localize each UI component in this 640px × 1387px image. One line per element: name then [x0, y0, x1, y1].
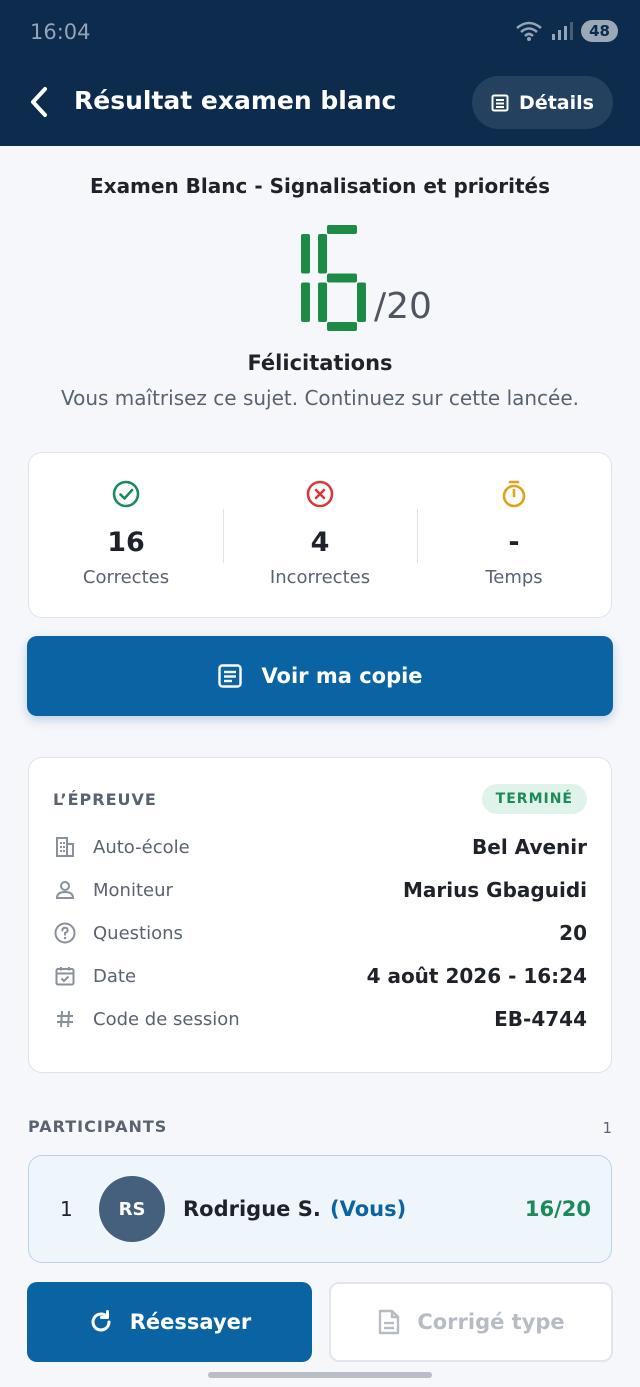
participants-heading: PARTICIPANTS [28, 1117, 168, 1136]
info-label: Questions [93, 922, 183, 944]
score-total: /20 [374, 286, 432, 327]
answer-key-label: Corrigé type [417, 1310, 565, 1334]
info-row-instructor: Moniteur Marius Gbaguidi [53, 875, 587, 905]
stat-correct-value: 16 [107, 527, 145, 558]
congrats-title: Félicitations [247, 351, 393, 375]
info-row-date: Date 4 août 2026 - 16:24 [53, 961, 587, 991]
status-time: 16:04 [30, 20, 91, 44]
stat-incorrect-label: Incorrectes [269, 567, 371, 588]
score-digit-segment [327, 322, 357, 331]
info-value: 4 août 2026 - 16:24 [366, 964, 587, 988]
view-copy-label: Voir ma copie [261, 664, 423, 688]
wifi-icon [516, 21, 542, 41]
hash-icon [57, 1010, 73, 1028]
exam-name: Examen Blanc - Signalisation et priorité… [90, 174, 550, 198]
participant-you-label: (Vous) [330, 1197, 407, 1221]
building-icon [56, 837, 74, 857]
page-title: Résultat examen blanc [74, 86, 397, 115]
view-copy-button[interactable]: Voir ma copie [27, 636, 613, 716]
participant-row[interactable]: 1 RS Rodrigue S. (Vous) 16/20 [28, 1155, 612, 1263]
retry-button[interactable]: Réessayer [27, 1282, 312, 1362]
participants-count: 1 [602, 1119, 612, 1137]
score-digit-segment [318, 234, 327, 274]
info-row-driving-school: Auto-école Bel Avenir [53, 832, 587, 862]
calendar-check-icon [55, 967, 75, 986]
stopwatch-icon [502, 480, 526, 508]
score-digit-segment [318, 282, 327, 322]
status-badge: TERMINÉ [481, 784, 587, 814]
exam-info-card: L’ÉPREUVE TERMINÉ Auto-école Bel Avenir … [28, 757, 612, 1073]
stat-time-label: Temps [485, 567, 543, 588]
retry-label: Réessayer [129, 1310, 252, 1334]
battery-indicator: 48 [581, 20, 618, 42]
info-label: Code de session [93, 1008, 240, 1030]
bottom-action-bar: Réessayer Corrigé type [0, 1268, 640, 1387]
person-icon [55, 881, 75, 899]
document-icon [218, 664, 243, 688]
info-value: Bel Avenir [472, 835, 587, 859]
help-circle-icon [54, 922, 76, 944]
status-icons: 48 [515, 20, 618, 42]
exam-info-heading: L’ÉPREUVE [53, 790, 157, 809]
check-circle-icon [112, 480, 140, 508]
details-button-label: Détails [519, 91, 594, 114]
list-details-icon [491, 94, 509, 111]
score-digit-segment [301, 234, 310, 274]
info-label: Moniteur [93, 879, 173, 901]
participant-score: 16/20 [524, 1197, 591, 1221]
stat-incorrect-value: 4 [310, 527, 330, 558]
info-value: EB-4744 [494, 1007, 587, 1031]
info-value: 20 [559, 921, 587, 945]
stat-time: - Temps [417, 453, 611, 617]
signal-icon [552, 22, 574, 40]
stat-incorrect: 4 Incorrectes [223, 453, 417, 617]
score-digits [301, 225, 366, 331]
back-button[interactable] [22, 84, 56, 120]
info-row-session-code: Code de session EB-4744 [53, 1004, 587, 1034]
answer-key-button[interactable]: Corrigé type [329, 1282, 613, 1362]
score-digit-segment [301, 282, 310, 322]
info-value: Marius Gbaguidi [402, 878, 587, 902]
info-row-questions: Questions 20 [53, 918, 587, 948]
home-indicator [208, 1372, 432, 1378]
details-button[interactable]: Détails [472, 76, 613, 129]
file-text-icon [379, 1309, 400, 1335]
refresh-icon [91, 1310, 111, 1332]
stat-time-value: - [508, 527, 520, 558]
info-label: Date [93, 965, 137, 987]
participant-name: Rodrigue S. [183, 1197, 321, 1221]
score-digit-segment [327, 273, 357, 283]
congrats-subtitle: Vous maîtrisez ce sujet. Continuez sur c… [60, 386, 580, 410]
score-digit-segment [357, 282, 366, 322]
stat-correct-label: Correctes [82, 567, 170, 588]
score-digit-segment [327, 225, 357, 234]
participant-rank: 1 [60, 1197, 73, 1221]
app-header: 16:04 48 Résultat examen blanc Détails [0, 0, 640, 146]
info-label: Auto-école [93, 836, 190, 858]
avatar: RS [99, 1176, 165, 1242]
score-display [0, 222, 640, 342]
stats-card: 16 Correctes 4 Incorrectes - Temps [28, 452, 612, 618]
stat-correct: 16 Correctes [29, 453, 223, 617]
chevron-left-icon [31, 87, 47, 117]
x-circle-icon [306, 480, 334, 508]
